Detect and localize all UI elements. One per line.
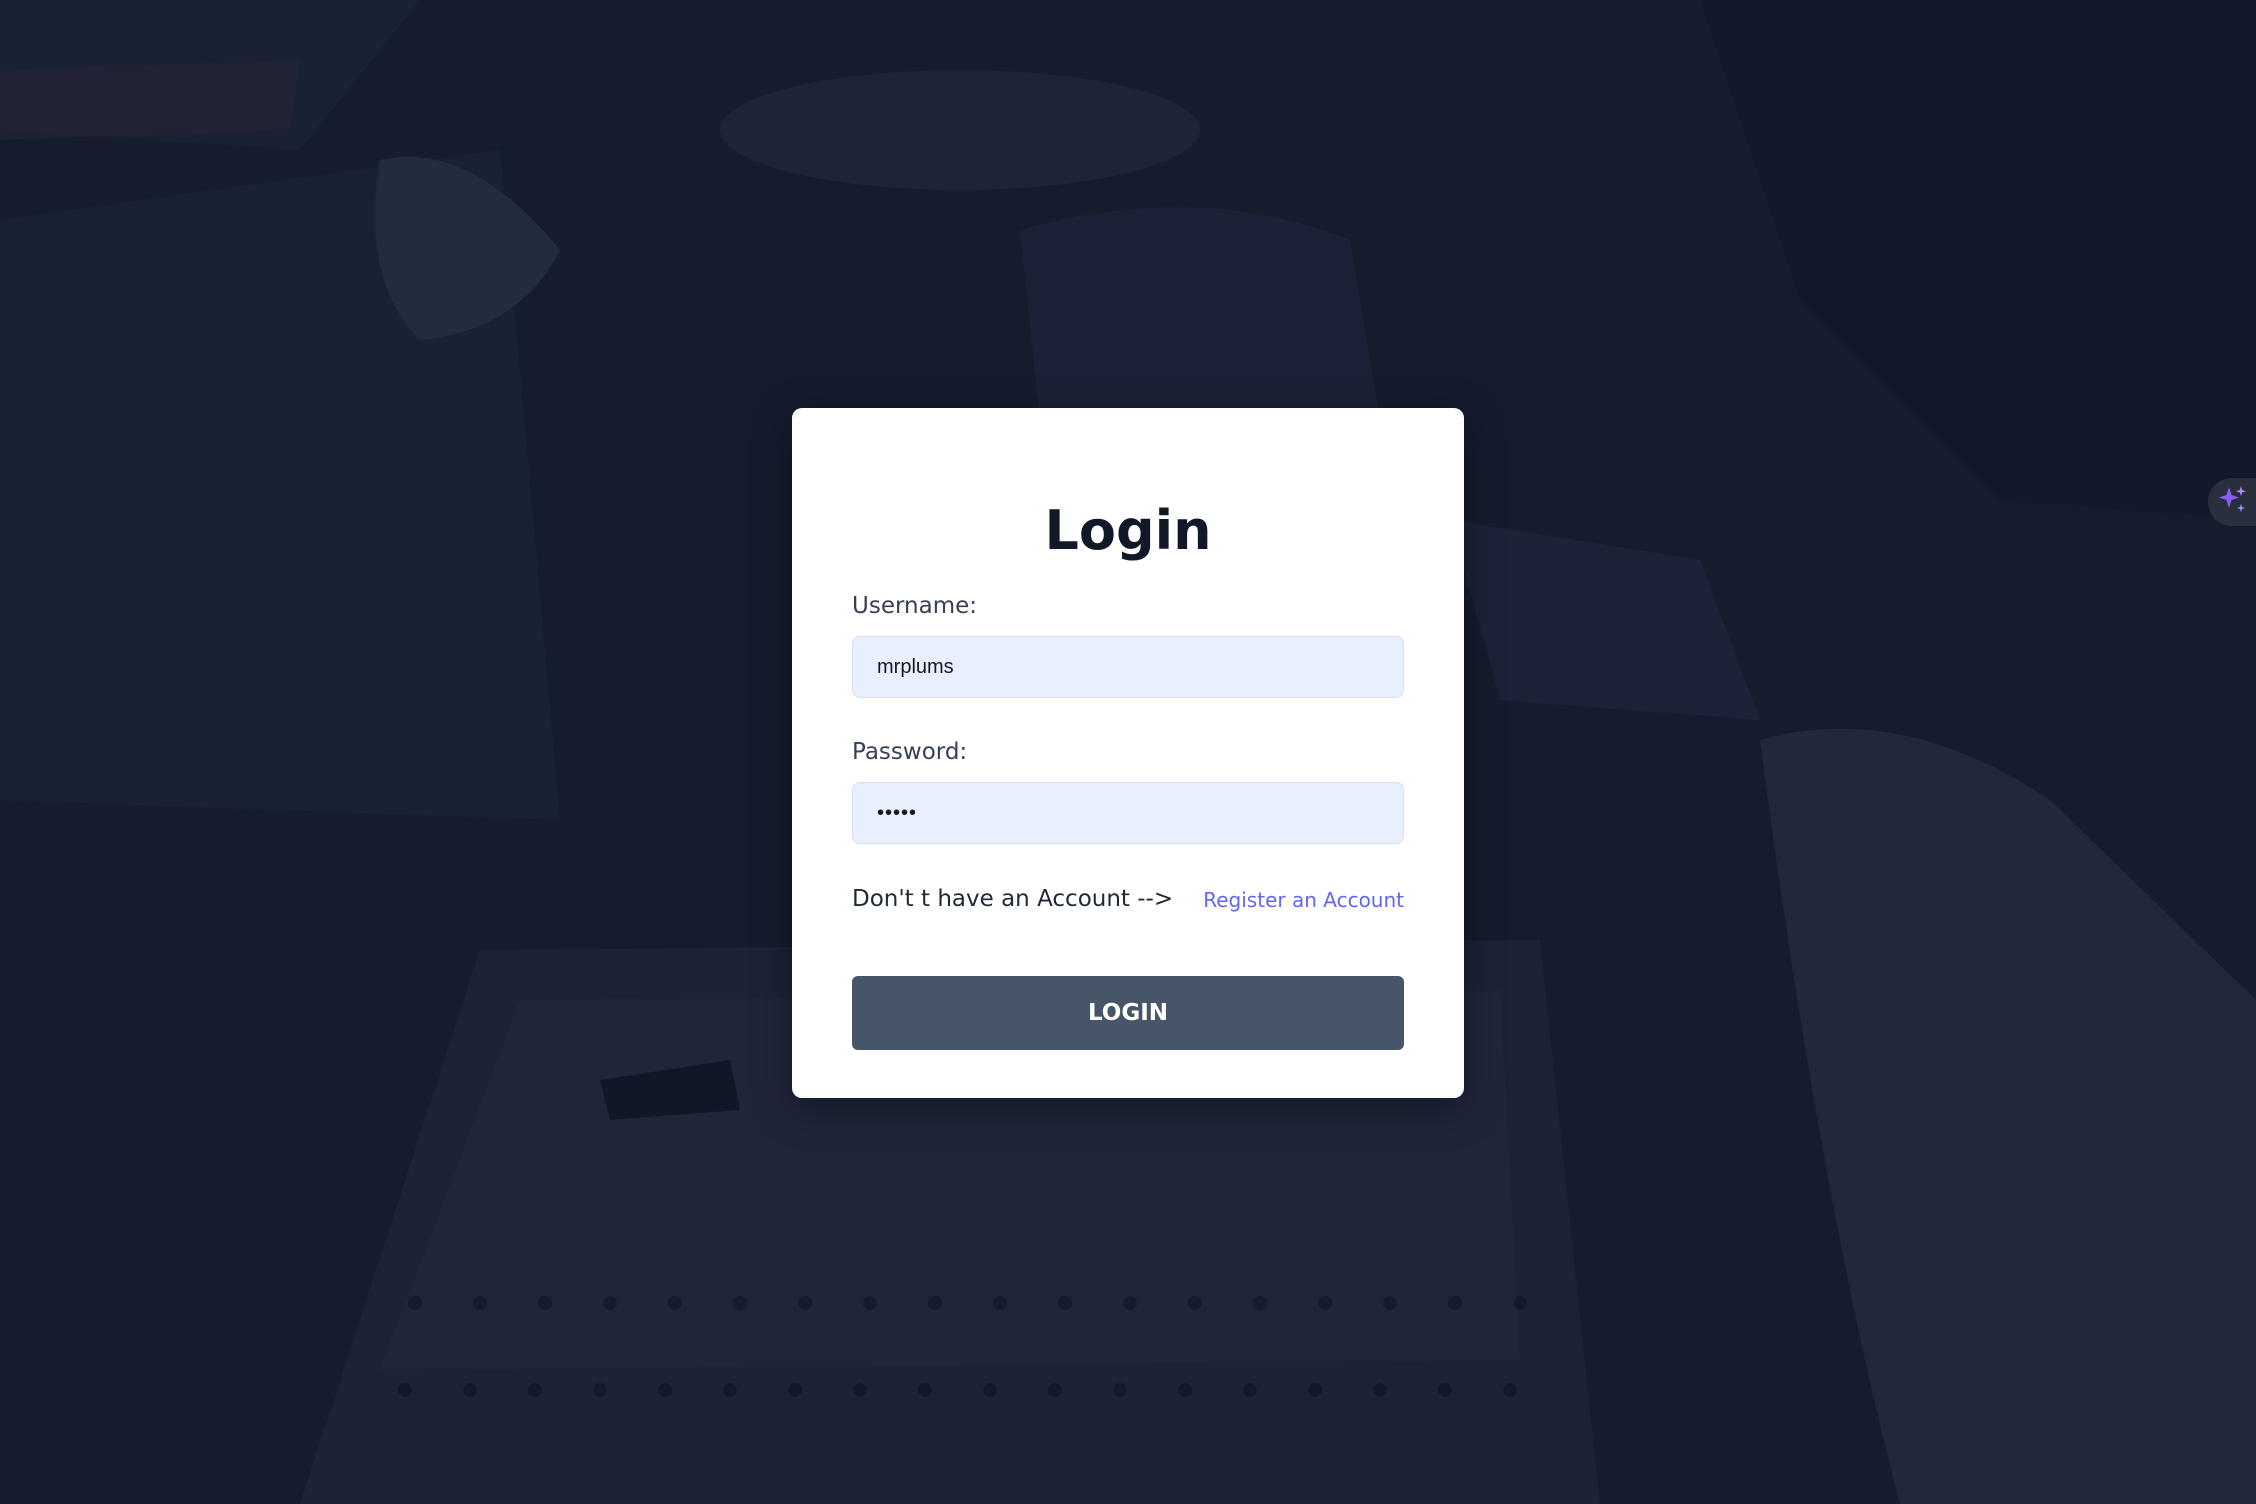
password-label: Password: bbox=[852, 739, 968, 765]
page-title: Login bbox=[1044, 499, 1212, 562]
register-link[interactable]: Register an Account bbox=[1203, 888, 1404, 912]
password-input[interactable] bbox=[852, 782, 1404, 844]
sparkle-icon bbox=[2216, 483, 2250, 522]
extension-tab[interactable] bbox=[2208, 478, 2256, 526]
login-button[interactable]: LOGIN bbox=[852, 976, 1404, 1050]
login-card: Login Username: Password: Don't t have a… bbox=[792, 408, 1464, 1098]
username-input[interactable] bbox=[852, 636, 1404, 698]
register-prompt: Don't t have an Account --> bbox=[852, 886, 1174, 912]
username-label: Username: bbox=[852, 593, 977, 619]
